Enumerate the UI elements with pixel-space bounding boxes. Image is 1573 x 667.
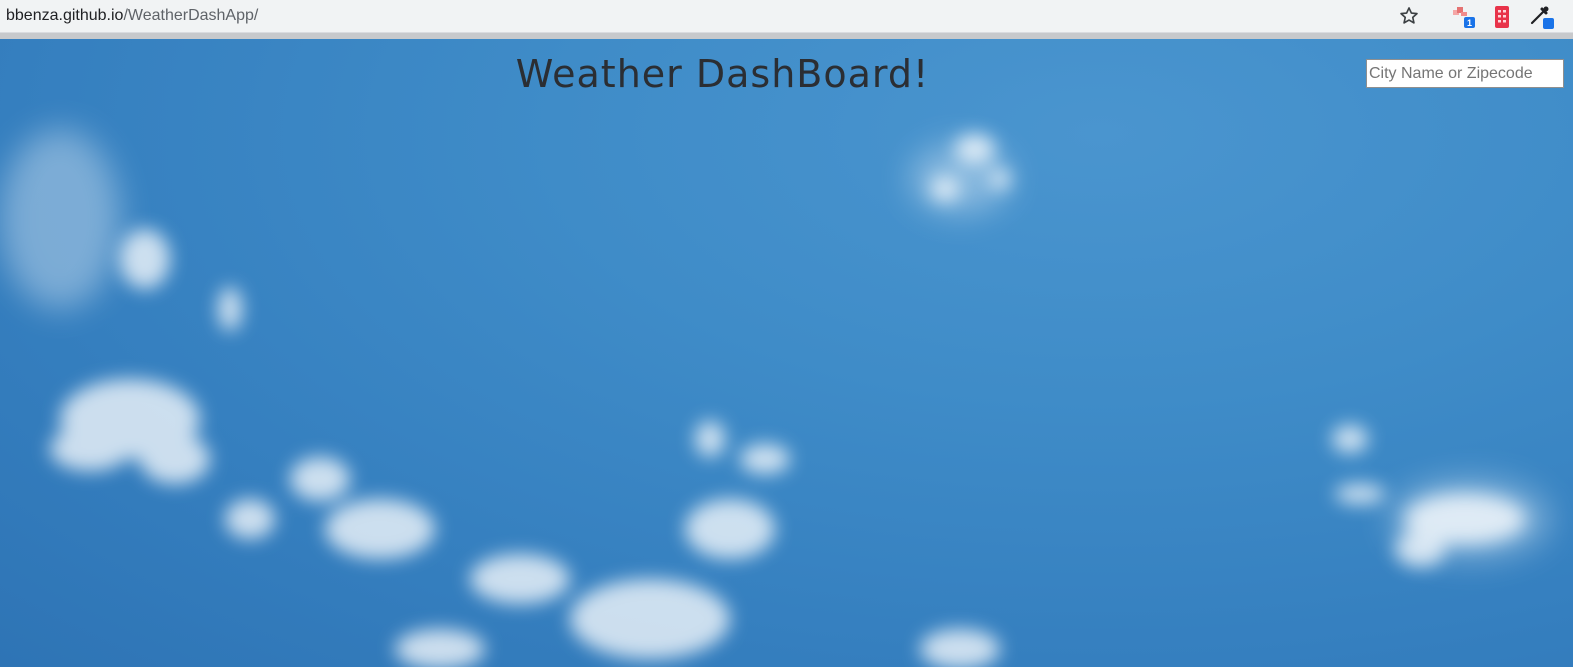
star-icon[interactable] [1398,5,1420,27]
eyedropper-icon[interactable] [1530,5,1554,29]
browser-toolbar: bbenza.github.io/WeatherDashApp/ 1 [0,0,1573,33]
url-path: /WeatherDashApp/ [123,7,259,24]
city-search-input[interactable] [1366,59,1564,88]
weather-dashboard-page: Weather DashBoard! [0,39,1573,667]
building-icon[interactable] [1490,5,1514,29]
page-title: Weather DashBoard! [515,52,930,96]
url-domain: bbenza.github.io [6,7,124,24]
extension-icon[interactable]: 1 [1452,5,1476,29]
address-bar[interactable]: bbenza.github.io/WeatherDashApp/ [6,6,258,26]
extension-badge: 1 [1467,18,1472,28]
sky-background-image [0,129,1550,667]
